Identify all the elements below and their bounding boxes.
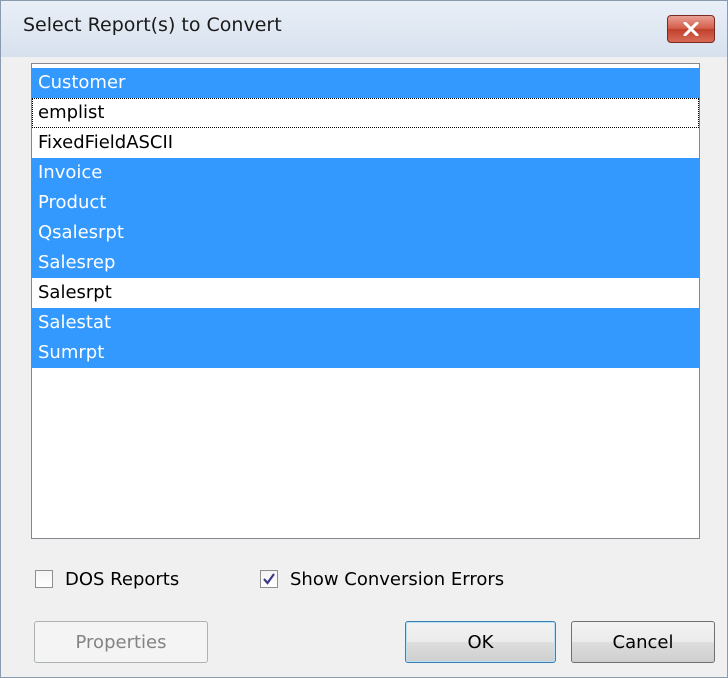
dialog-title: Select Report(s) to Convert <box>23 14 282 36</box>
show-conversion-errors-option[interactable]: Show Conversion Errors <box>260 565 504 593</box>
list-item[interactable]: Customer <box>32 68 699 98</box>
list-item[interactable]: Sumrpt <box>32 338 699 368</box>
list-item[interactable]: Qsalesrpt <box>32 218 699 248</box>
dialog-window: Select Report(s) to Convert Customer empl… <box>0 0 728 678</box>
list-item[interactable]: emplist <box>32 98 699 128</box>
properties-button[interactable]: Properties <box>34 621 208 663</box>
cancel-button[interactable]: Cancel <box>571 621 715 663</box>
show-conversion-errors-label: Show Conversion Errors <box>290 568 505 590</box>
show-conversion-errors-checkbox[interactable] <box>260 570 278 588</box>
close-icon <box>683 22 699 36</box>
list-item[interactable]: Salesrep <box>32 248 699 278</box>
checkmark-icon <box>263 573 275 585</box>
ok-button[interactable]: OK <box>405 621 556 663</box>
close-button[interactable] <box>667 15 715 43</box>
list-item[interactable]: FixedFieldASCII <box>32 128 699 158</box>
title-bar[interactable]: Select Report(s) to Convert <box>1 1 727 57</box>
report-listbox[interactable]: Customer emplist FixedFieldASCII Invoice Pro… <box>31 63 700 539</box>
list-item[interactable]: Product <box>32 188 699 218</box>
list-item[interactable]: Invoice <box>32 158 699 188</box>
list-item[interactable]: Salesrpt <box>32 278 699 308</box>
dos-reports-checkbox[interactable] <box>35 570 53 588</box>
dos-reports-option[interactable]: DOS Reports <box>35 565 179 593</box>
dos-reports-label: DOS Reports <box>65 568 180 590</box>
list-item[interactable]: Salestat <box>32 308 699 338</box>
